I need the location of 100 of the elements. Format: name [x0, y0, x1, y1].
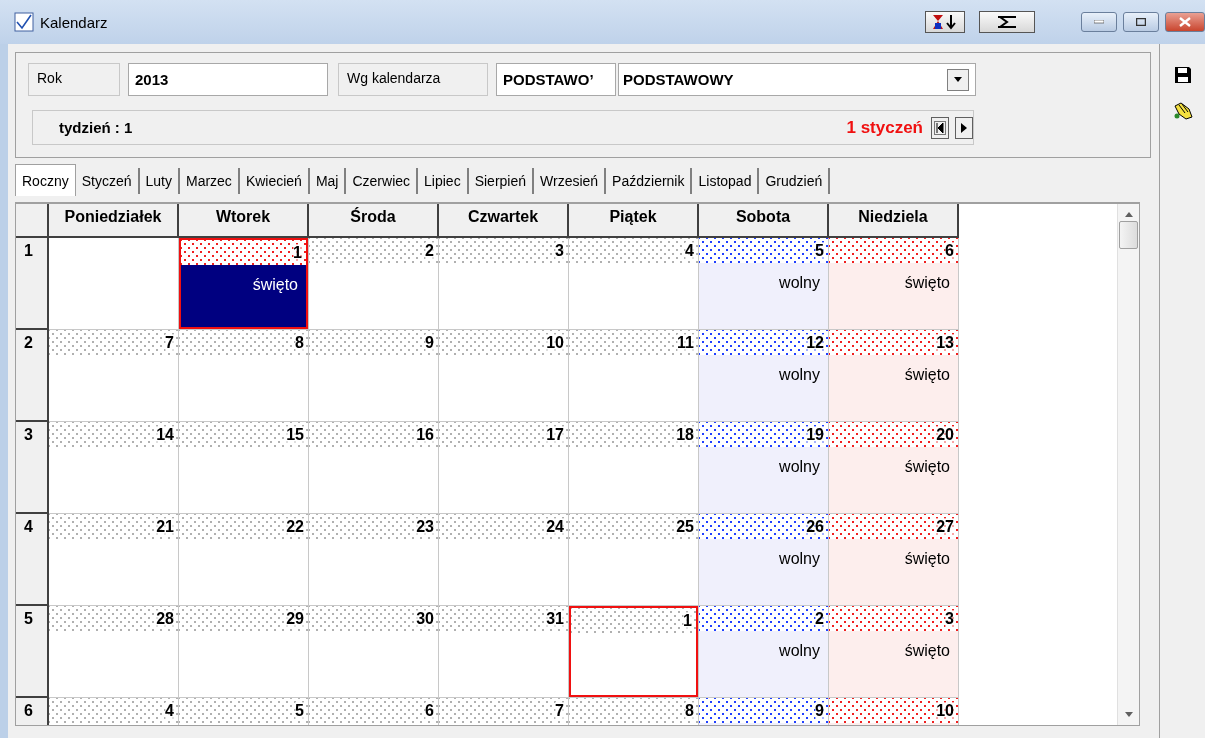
day-cell[interactable]: 11 — [569, 330, 699, 422]
day-cell[interactable]: 27 święto — [829, 514, 959, 606]
day-cell[interactable]: 19 wolny — [699, 422, 829, 514]
day-cell[interactable]: 2 — [309, 238, 439, 330]
step-back-icon — [934, 120, 946, 135]
year-field[interactable]: 2013 — [128, 63, 328, 96]
maximize-button[interactable] — [1123, 12, 1159, 32]
scroll-thumb[interactable] — [1119, 221, 1138, 249]
day-cell[interactable]: 3 święto — [829, 606, 959, 698]
day-cell[interactable]: 16 — [309, 422, 439, 514]
day-cell[interactable]: 1 święto — [179, 238, 309, 330]
day-cell[interactable]: 5 wolny — [699, 238, 829, 330]
vertical-scrollbar[interactable] — [1117, 204, 1139, 725]
day-cell[interactable]: 21 — [49, 514, 179, 606]
day-number: 12 — [806, 333, 824, 352]
day-number: 6 — [945, 241, 954, 260]
week-number-cell: 3 — [16, 422, 49, 514]
day-number: 25 — [676, 517, 694, 536]
day-cell[interactable]: 18 — [569, 422, 699, 514]
day-cell[interactable]: 13 święto — [829, 330, 959, 422]
day-number: 8 — [685, 701, 694, 720]
minimize-button[interactable] — [1081, 12, 1117, 32]
day-cell[interactable]: 9 — [699, 698, 829, 725]
day-number: 18 — [676, 425, 694, 444]
column-header: Środa — [309, 204, 439, 238]
day-type-label: wolny — [779, 550, 820, 568]
day-cell[interactable]: 7 — [49, 330, 179, 422]
day-number: 26 — [806, 517, 824, 536]
day-cell[interactable]: 4 — [569, 238, 699, 330]
day-type-label: święto — [904, 458, 950, 476]
corner-header — [16, 204, 49, 238]
day-number: 1 — [293, 243, 302, 262]
sum-button[interactable] — [979, 11, 1035, 33]
day-cell[interactable]: 6 święto — [829, 238, 959, 330]
day-cell[interactable]: 28 — [49, 606, 179, 698]
day-number: 3 — [945, 609, 954, 628]
column-header: Sobota — [699, 204, 829, 238]
save-icon[interactable] — [1173, 66, 1192, 84]
day-cell[interactable]: 7 — [439, 698, 569, 725]
calendar-code-field[interactable]: PODSTAWOʼ — [496, 63, 616, 96]
day-cell[interactable]: 1 — [569, 606, 699, 698]
day-cell[interactable]: 24 — [439, 514, 569, 606]
day-cell[interactable]: 12 wolny — [699, 330, 829, 422]
week-number-cell: 2 — [16, 330, 49, 422]
day-cell[interactable]: 17 — [439, 422, 569, 514]
day-cell[interactable]: 8 — [569, 698, 699, 725]
day-number: 4 — [685, 241, 694, 260]
week-number-cell: 4 — [16, 514, 49, 606]
month-tab[interactable]: Roczny — [15, 164, 76, 196]
day-cell[interactable]: 9 — [309, 330, 439, 422]
day-cell[interactable]: 26 wolny — [699, 514, 829, 606]
day-number: 6 — [425, 701, 434, 720]
day-type-label: święto — [904, 274, 950, 292]
day-type-label: wolny — [779, 274, 820, 292]
day-number: 20 — [936, 425, 954, 444]
previous-button[interactable] — [931, 116, 949, 139]
day-cell[interactable]: 20 święto — [829, 422, 959, 514]
next-button[interactable] — [955, 116, 973, 139]
day-cell[interactable]: 23 — [309, 514, 439, 606]
day-cell[interactable]: 25 — [569, 514, 699, 606]
calendar-label: Wg kalendarza — [338, 63, 488, 96]
day-cell[interactable]: 15 — [179, 422, 309, 514]
scroll-up-icon — [1124, 212, 1133, 217]
day-cell[interactable]: 5 — [179, 698, 309, 725]
day-number: 9 — [425, 333, 434, 352]
day-cell[interactable]: 6 — [309, 698, 439, 725]
dropdown-button[interactable] — [947, 68, 969, 91]
day-number: 30 — [416, 609, 434, 628]
app-logo-icon — [14, 12, 34, 32]
day-number: 15 — [286, 425, 304, 444]
day-cell[interactable]: 22 — [179, 514, 309, 606]
day-cell[interactable]: 8 — [179, 330, 309, 422]
right-arrow-icon — [961, 122, 967, 133]
day-number: 2 — [815, 609, 824, 628]
day-number: 13 — [936, 333, 954, 352]
day-cell[interactable]: 14 — [49, 422, 179, 514]
day-cell[interactable]: 30 — [309, 606, 439, 698]
caret-icon — [954, 77, 962, 82]
day-number: 14 — [156, 425, 174, 444]
column-header: Poniedziałek — [49, 204, 179, 238]
column-header: Piątek — [569, 204, 699, 238]
day-cell[interactable]: 10 — [439, 330, 569, 422]
week-number: tydzień : 1 — [59, 119, 134, 136]
hand-icon[interactable] — [1172, 102, 1193, 120]
day-number: 7 — [165, 333, 174, 352]
calendar-dropdown[interactable]: PODSTAWOWY — [618, 63, 976, 96]
window-title: Kalendarz — [40, 13, 109, 31]
day-cell[interactable]: 3 — [439, 238, 569, 330]
day-number: 11 — [677, 333, 694, 352]
day-cell[interactable]: 29 — [179, 606, 309, 698]
day-number: 16 — [416, 425, 434, 444]
day-cell[interactable]: 4 — [49, 698, 179, 725]
day-number: 1 — [683, 611, 692, 630]
current-date: 1 styczeń — [846, 117, 923, 138]
day-cell[interactable]: 31 — [439, 606, 569, 698]
day-number: 31 — [546, 609, 564, 628]
day-cell[interactable]: 10 — [829, 698, 959, 725]
close-button[interactable] — [1165, 12, 1205, 32]
sort-button[interactable] — [925, 11, 965, 33]
day-cell[interactable]: 2 wolny — [699, 606, 829, 698]
